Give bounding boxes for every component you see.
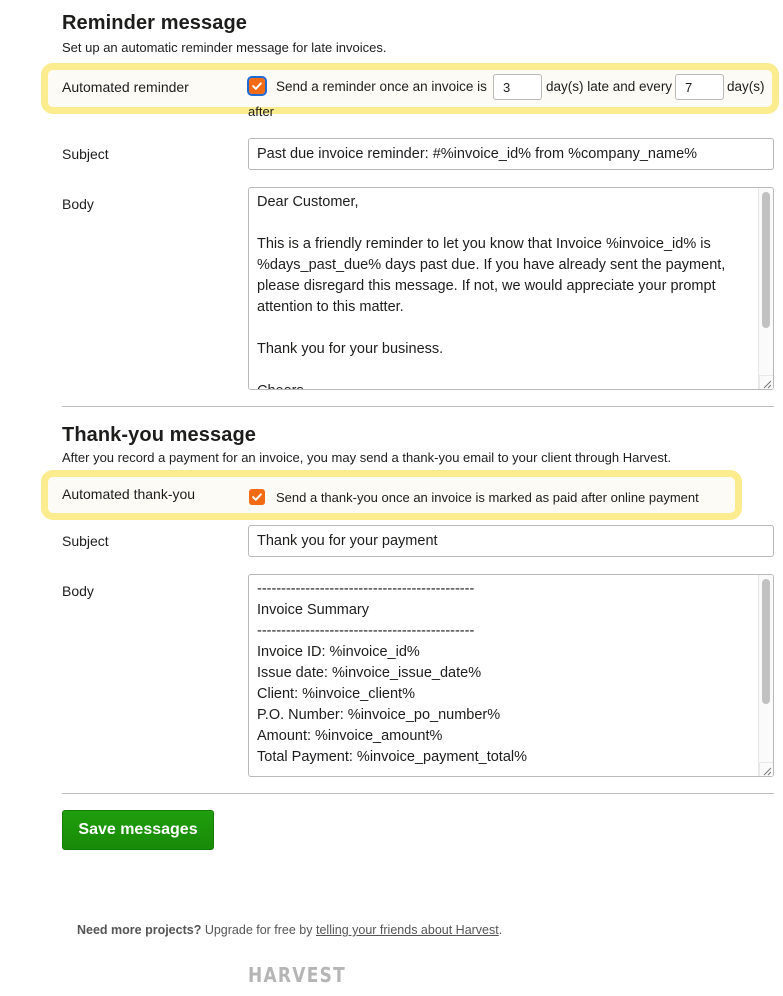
- reminder-section-description: Set up an automatic reminder message for…: [62, 40, 387, 55]
- footer-prompt-text: Upgrade for free by: [201, 923, 316, 937]
- reminder-text-between: day(s) late and every: [546, 79, 673, 94]
- actions-divider: [62, 793, 774, 794]
- reminder-body-textarea[interactable]: Dear Customer, This is a friendly remind…: [248, 187, 774, 390]
- reminder-body-scroll-thumb[interactable]: [762, 192, 770, 328]
- thank-you-body-resize-handle[interactable]: [759, 762, 773, 776]
- thank-you-subject-input[interactable]: [248, 525, 774, 557]
- repeat-reminder-days-input[interactable]: [675, 74, 724, 100]
- checkmark-icon: [252, 82, 262, 90]
- reminder-body-label: Body: [62, 196, 94, 212]
- resize-grip-icon: [763, 380, 772, 389]
- reminder-text-after: day(s): [727, 79, 765, 94]
- thank-you-body-text: ----------------------------------------…: [257, 581, 528, 765]
- footer-prompt-bold: Need more projects?: [77, 923, 202, 937]
- reminder-body-scrollbar[interactable]: [758, 188, 773, 389]
- thank-you-body-scroll-thumb[interactable]: [762, 579, 770, 704]
- thank-you-body-textarea[interactable]: ----------------------------------------…: [248, 574, 774, 777]
- reminder-subject-label: Subject: [62, 146, 109, 162]
- footer-trailing: .: [498, 923, 503, 937]
- automated-thank-you-label: Automated thank-you: [62, 486, 196, 502]
- tell-friends-link[interactable]: telling your friends about Harvest: [316, 923, 499, 937]
- automated-thank-you-checkbox[interactable]: [249, 489, 265, 505]
- automated-reminder-checkbox[interactable]: [247, 76, 267, 96]
- resize-grip-icon: [763, 767, 772, 776]
- thank-you-section-description: After you record a payment for an invoic…: [62, 450, 672, 465]
- thank-you-subject-label: Subject: [62, 533, 109, 549]
- reminder-text-wrap: after: [248, 104, 275, 119]
- reminder-body-resize-handle[interactable]: [759, 375, 773, 389]
- checkmark-icon: [252, 493, 262, 501]
- reminder-subject-input[interactable]: [248, 138, 774, 170]
- thank-you-checkbox-text: Send a thank-you once an invoice is mark…: [276, 490, 699, 505]
- first-reminder-days-input[interactable]: [493, 74, 542, 100]
- footer-upgrade-text: Need more projects? Upgrade for free by …: [77, 923, 502, 937]
- save-messages-button[interactable]: Save messages: [62, 810, 214, 850]
- section-divider: [62, 406, 774, 407]
- thank-you-body-label: Body: [62, 583, 94, 599]
- reminder-text-before: Send a reminder once an invoice is: [276, 79, 487, 94]
- automated-reminder-label: Automated reminder: [62, 79, 189, 95]
- reminder-section-title: Reminder message: [62, 12, 248, 34]
- harvest-logo: HARVEST: [248, 963, 347, 987]
- thank-you-section-title: Thank-you message: [62, 424, 256, 446]
- thank-you-body-scrollbar[interactable]: [758, 575, 773, 776]
- reminder-body-text: Dear Customer, This is a friendly remind…: [257, 194, 726, 389]
